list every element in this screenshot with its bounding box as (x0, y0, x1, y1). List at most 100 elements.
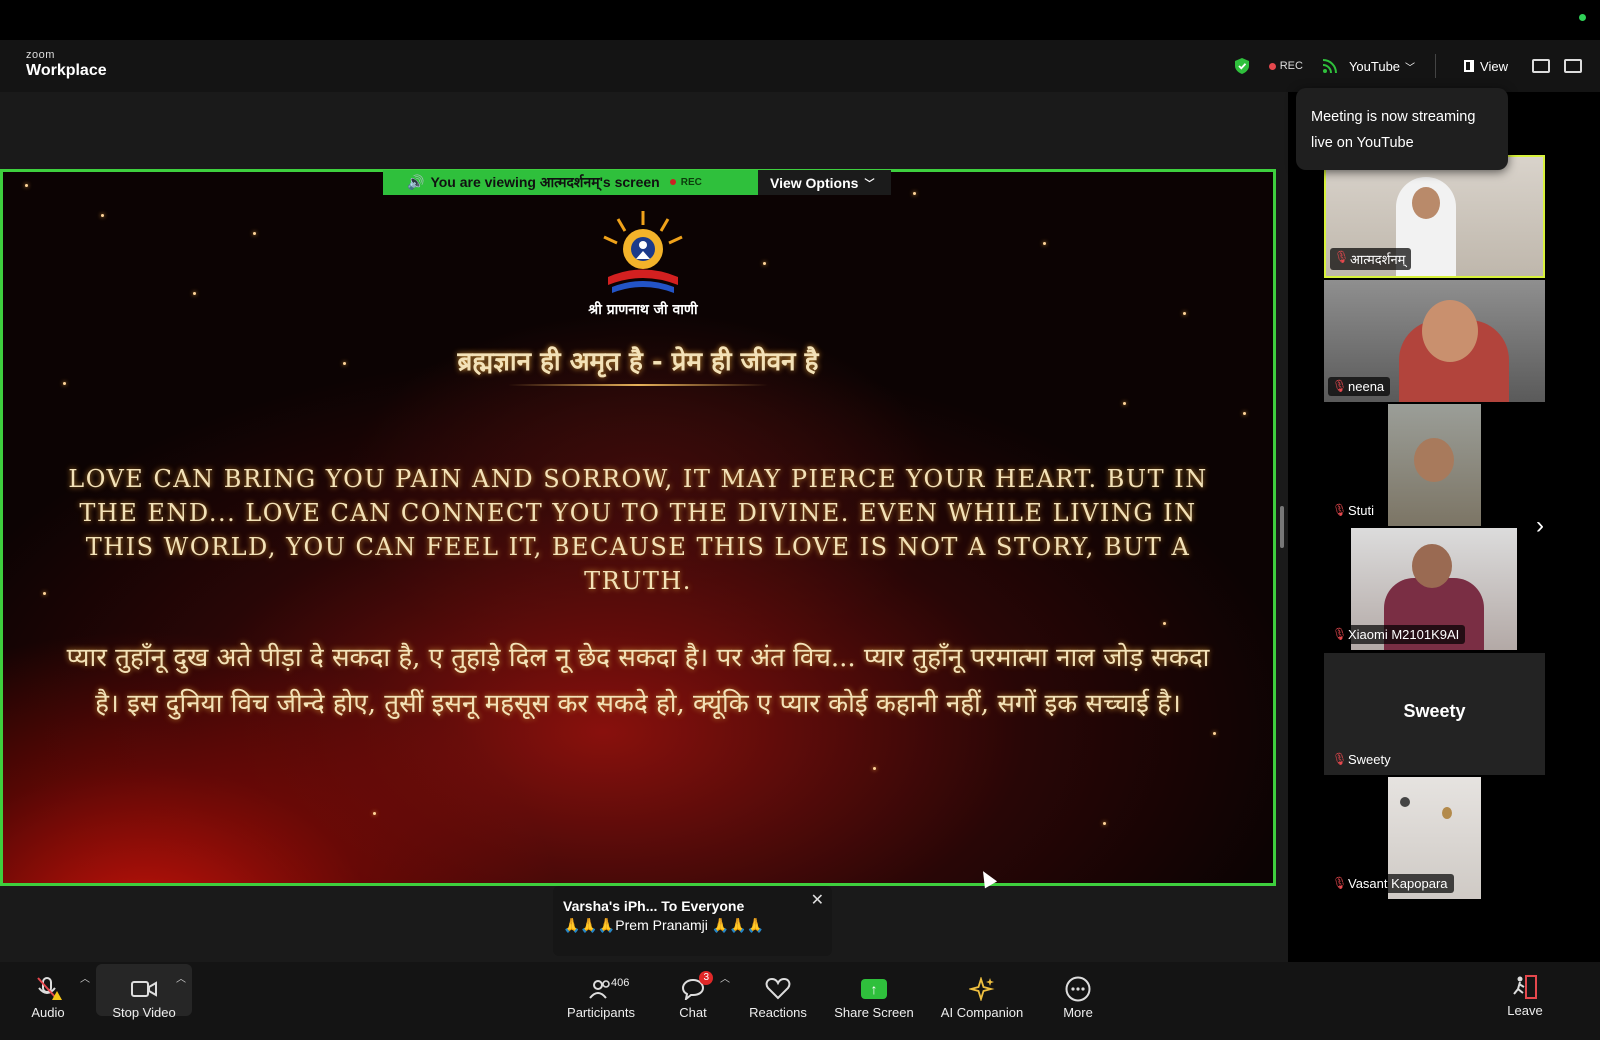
more-label: More (1063, 1005, 1093, 1020)
participant-name-tag: 🎙 Sweety (1328, 750, 1397, 769)
meeting-topbar: zoom Workplace REC YouTube ﹀ View (0, 40, 1600, 92)
participants-button[interactable]: 406 Participants (560, 962, 642, 1020)
tagline-underline (508, 384, 768, 386)
live-stream-icon (1322, 59, 1337, 73)
video-tile[interactable]: 🎙 Xiaomi M2101K9AI (1324, 528, 1545, 650)
meeting-controls: Audio ︿ Stop Video ︿ 406 Participants 3 … (0, 962, 1600, 1040)
participant-name: आत्मदर्शनम् (1350, 252, 1406, 267)
star-particle (1163, 622, 1166, 625)
chat-sender: Varsha's iPh... To Everyone (563, 898, 745, 914)
brand-big: Workplace (26, 62, 107, 79)
more-dots-icon (1065, 975, 1091, 1003)
audio-button[interactable]: Audio (24, 962, 72, 1020)
share-screen-button[interactable]: ↑ Share Screen (832, 962, 916, 1020)
participant-name: Stuti (1348, 503, 1375, 518)
star-particle (1103, 822, 1106, 825)
chat-notification[interactable]: Varsha's iPh... To Everyone 🙏🙏🙏Prem Pran… (553, 886, 832, 956)
shared-screen[interactable]: श्री प्राणनाथ जी वाणी ब्रह्मज्ञान ही अमृ… (0, 169, 1276, 886)
status-dot-icon (1579, 14, 1586, 21)
video-options-caret-icon[interactable]: ︿ (176, 970, 186, 985)
star-particle (253, 232, 256, 235)
leave-button[interactable]: Leave (1502, 966, 1548, 1018)
recording-indicator[interactable]: REC (1268, 60, 1303, 72)
zoom-logo: zoom Workplace (26, 50, 107, 79)
streaming-label: YouTube (1348, 58, 1401, 74)
panel-resize-handle[interactable] (1280, 506, 1284, 548)
participant-face (1412, 544, 1452, 588)
mic-muted-icon: 🎙 (1332, 379, 1348, 393)
os-menu-strip (0, 0, 1600, 40)
close-icon[interactable]: ✕ (811, 890, 824, 910)
view-options-button[interactable]: View Options ﹀ (758, 170, 891, 195)
video-tile[interactable]: 🎙 आत्मदर्शनम् (1324, 155, 1545, 278)
reactions-button[interactable]: Reactions (746, 962, 810, 1020)
slide-tagline: ब्रह्मज्ञान ही अमृत है - प्रेम ही जीवन ह… (457, 347, 819, 377)
knob (1442, 807, 1452, 819)
video-tile[interactable]: 🎙 Vasant Kapopara (1324, 777, 1545, 899)
video-tile[interactable]: 🎙 Stuti (1324, 404, 1545, 526)
viewing-text: You are viewing आत्मदर्शनम्'s screen (430, 174, 660, 190)
stop-video-button[interactable]: Stop Video (104, 962, 184, 1020)
star-particle (25, 184, 28, 187)
chat-message: 🙏🙏🙏Prem Pranamji 🙏🙏🙏 (563, 917, 765, 933)
more-button[interactable]: More (1056, 962, 1100, 1020)
participant-face (1422, 300, 1478, 362)
star-particle (101, 214, 104, 217)
mic-muted-icon: 🎙 (1332, 876, 1348, 890)
streaming-tooltip: Meeting is now streaming live on YouTube (1296, 88, 1508, 170)
video-tile[interactable]: Sweety 🎙 Sweety (1324, 653, 1545, 775)
camera-dot (1400, 797, 1410, 807)
mic-muted-icon: 🎙 (1334, 250, 1350, 264)
chevron-down-icon: ﹀ (864, 179, 875, 190)
camera-icon (131, 975, 157, 1003)
share-banner: 🔊 You are viewing आत्मदर्शनम्'s screen R… (383, 170, 891, 195)
star-particle (1243, 412, 1246, 415)
participant-name-tag: 🎙 Stuti (1328, 501, 1380, 520)
chat-options-caret-icon[interactable]: ︿ (720, 970, 730, 985)
banner-rec-label: REC (670, 177, 702, 188)
encryption-shield-icon[interactable] (1234, 58, 1249, 74)
star-particle (1043, 242, 1046, 245)
brand-small: zoom (26, 49, 55, 61)
sparkle-icon (969, 975, 995, 1003)
ai-companion-label: AI Companion (940, 1005, 1024, 1020)
star-particle (373, 812, 376, 815)
view-label: View (1480, 58, 1508, 74)
participant-name: Vasant Kapopara (1348, 876, 1448, 891)
participant-name-tag: 🎙 आत्मदर्शनम् (1330, 248, 1412, 270)
chat-button[interactable]: 3 Chat (672, 962, 714, 1020)
chat-icon: 3 (681, 971, 713, 1003)
ai-companion-button[interactable]: AI Companion (938, 962, 1026, 1020)
participant-name-tag: 🎙 neena (1328, 377, 1391, 396)
star-particle (1213, 732, 1216, 735)
participant-name: neena (1348, 379, 1385, 394)
chevron-down-icon: ﹀ (1405, 62, 1416, 74)
star-particle (63, 382, 66, 385)
speaker-icon: 🔊 (407, 174, 425, 190)
streaming-dropdown[interactable]: YouTube ﹀ (1349, 59, 1415, 74)
participant-name-tag: 🎙 Xiaomi M2101K9AI (1328, 625, 1466, 644)
participants-icon: 406 (589, 975, 629, 1003)
english-quote: LOVE CAN BRING YOU PAIN AND SORROW, IT M… (68, 465, 1208, 595)
leave-door-icon (1512, 973, 1538, 1001)
audio-label: Audio (31, 1005, 65, 1020)
participant-face (1412, 187, 1440, 219)
picture-in-picture-icon[interactable] (1532, 59, 1550, 73)
audio-options-caret-icon[interactable]: ︿ (80, 970, 90, 985)
next-page-arrow-icon[interactable]: › (1536, 512, 1544, 540)
punjabi-quote: प्यार तुहाँनू दुख अते पीड़ा दे सकदा है, … (66, 643, 1210, 719)
video-tile[interactable]: 🎙 neena (1324, 280, 1545, 402)
mic-muted-icon: 🎙 (1332, 752, 1348, 766)
chat-unread-badge: 3 (699, 971, 713, 985)
fullscreen-icon[interactable] (1564, 59, 1582, 73)
rec-label: REC (1279, 60, 1303, 72)
participant-face (1414, 438, 1454, 482)
viewing-indicator: 🔊 You are viewing आत्मदर्शनम्'s screen R… (383, 170, 758, 195)
rec-dot-icon (1268, 62, 1276, 70)
reactions-label: Reactions (749, 1005, 807, 1020)
chat-label: Chat (679, 1005, 707, 1020)
star-particle (913, 192, 916, 195)
view-button[interactable]: View (1464, 59, 1508, 74)
star-particle (193, 292, 196, 295)
view-options-label: View Options (770, 174, 859, 191)
